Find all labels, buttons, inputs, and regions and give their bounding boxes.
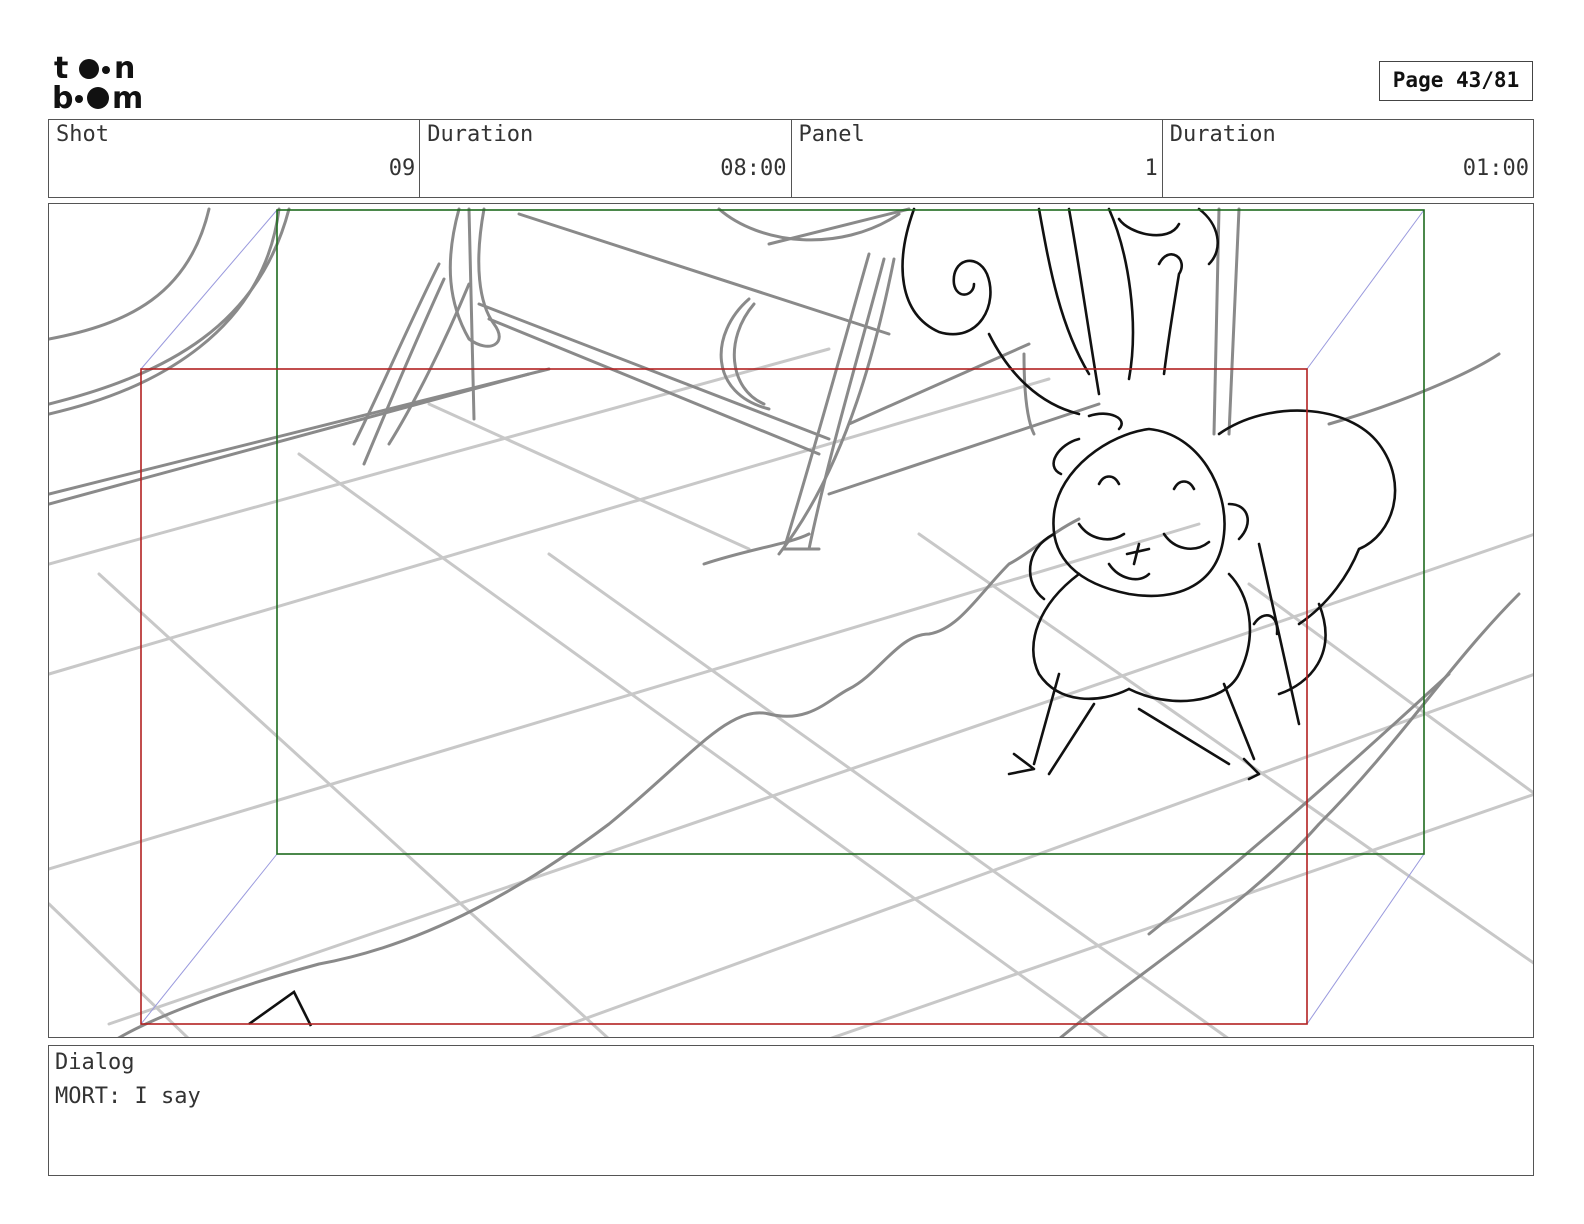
shot-label: Shot (56, 122, 109, 147)
svg-text:m: m (112, 81, 143, 112)
dialog-text: MORT: I say (55, 1084, 201, 1109)
shot-duration-value: 08:00 (720, 156, 787, 181)
svg-text:b: b (52, 81, 73, 112)
floor-tile-grid (49, 347, 1533, 1037)
shot-duration-cell: Duration 08:00 (420, 120, 792, 197)
panel-sketch (49, 207, 1533, 1037)
dialog-box: Dialog MORT: I say (48, 1045, 1534, 1176)
safe-area-frame (276, 209, 1425, 855)
page-number: Page 43/81 (1379, 61, 1533, 101)
foreground-stroke (248, 990, 313, 1027)
panel-duration-label: Duration (1169, 122, 1276, 147)
toon-boom-logo: t n b m (52, 50, 166, 116)
camera-perspective-guides (140, 209, 1425, 1025)
panel-duration-value: 01:00 (1462, 156, 1529, 181)
storyboard-panel (48, 203, 1534, 1038)
shot-duration-label: Duration (427, 122, 534, 147)
panel-label: Panel (798, 122, 865, 147)
shot-cell: Shot 09 (49, 120, 421, 197)
panel-cell: Panel 1 (792, 120, 1163, 197)
dialog-label: Dialog (55, 1050, 135, 1075)
panel-duration-cell: Duration 01:00 (1163, 120, 1533, 197)
shot-value: 09 (388, 156, 416, 181)
panel-value: 1 (1144, 156, 1158, 181)
shot-info-header: Shot 09 Duration 08:00 Panel 1 Duration … (48, 119, 1534, 198)
